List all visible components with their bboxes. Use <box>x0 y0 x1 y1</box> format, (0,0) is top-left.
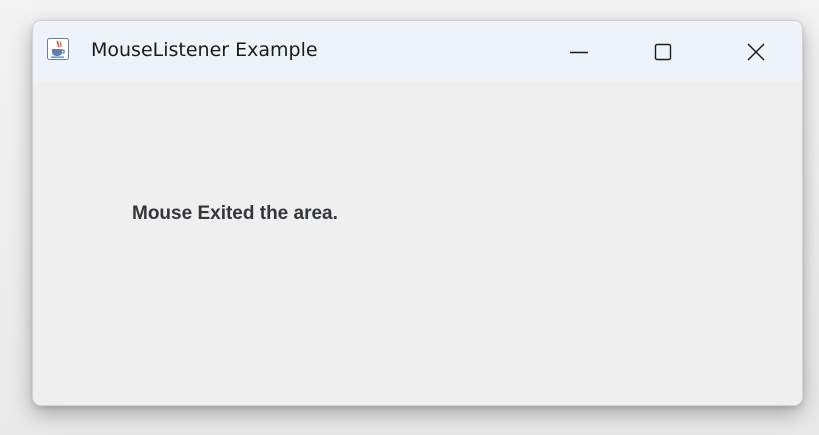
content-panel[interactable]: Mouse Exited the area. <box>33 82 802 405</box>
window-title: MouseListener Example <box>91 39 318 61</box>
maximize-icon <box>653 42 673 62</box>
close-button[interactable] <box>726 21 786 82</box>
desktop: MouseListener Example Mouse Exited the a… <box>0 0 819 435</box>
app-window: MouseListener Example Mouse Exited the a… <box>32 20 803 406</box>
minimize-button[interactable] <box>549 21 609 82</box>
maximize-button[interactable] <box>633 21 693 82</box>
close-icon <box>746 42 766 62</box>
mouse-status-label: Mouse Exited the area. <box>132 203 338 224</box>
title-bar[interactable]: MouseListener Example <box>33 21 802 82</box>
java-coffee-cup-icon <box>47 38 69 60</box>
minimize-icon <box>569 42 589 62</box>
